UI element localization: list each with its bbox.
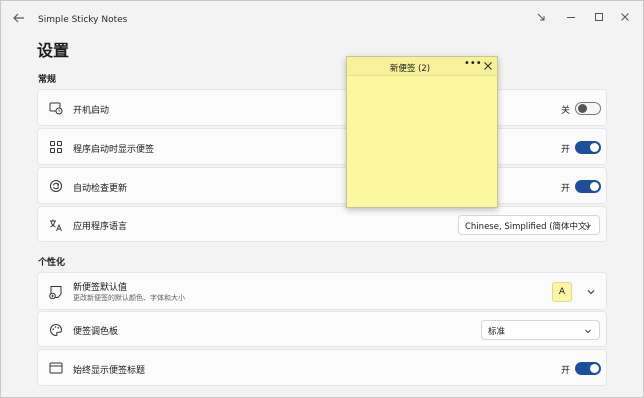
show-notes-toggle[interactable]: [575, 141, 601, 154]
setting-show-notes-label: 程序启动时显示便签: [73, 145, 155, 155]
language-select-value: Chinese, Simplified (简体中文): [465, 222, 590, 232]
back-arrow-icon[interactable]: [11, 10, 27, 26]
setting-auto-update-label: 自动检查更新: [73, 184, 128, 194]
section-general-label: 常规: [38, 75, 57, 85]
sync-icon: [50, 180, 62, 192]
palette-select[interactable]: 标准: [481, 320, 600, 340]
setting-language-label: 应用程序语言: [73, 222, 128, 232]
startup-toggle[interactable]: [575, 102, 601, 115]
title-bar: Simple Sticky Notes: [1, 1, 643, 35]
toggle-knob: [590, 364, 599, 373]
title-bar-icon: [49, 362, 63, 374]
page-title: 设置: [37, 41, 70, 60]
sticky-note-window[interactable]: 新便签 (2) •••: [346, 56, 498, 208]
setting-startup-card: 开机启动 关: [37, 89, 607, 126]
default-color-button[interactable]: A: [552, 282, 572, 302]
app-title: Simple Sticky Notes: [38, 15, 128, 25]
toggle-knob: [578, 104, 587, 113]
auto-update-toggle[interactable]: [575, 180, 601, 193]
palette-select-value: 标准: [488, 327, 506, 337]
setting-palette-card: 便签调色板 标准: [37, 311, 607, 347]
setting-startup-state: 关: [561, 106, 571, 116]
note-add-icon: [49, 286, 62, 299]
sticky-note-title: 新便签 (2): [389, 64, 431, 74]
setting-auto-update-card: 自动检查更新 开: [37, 167, 607, 204]
language-select[interactable]: Chinese, Simplified (简体中文): [458, 215, 600, 235]
minimize-icon[interactable]: [563, 9, 579, 25]
sticky-note-header[interactable]: 新便签 (2) •••: [347, 57, 497, 76]
app-window: Simple Sticky Notes 设置 常规 开机启动 关 程序启动时显示…: [0, 0, 644, 398]
setting-default-note-sublabel: 更改新便签的默认颜色、字体和大小: [73, 294, 185, 302]
toggle-knob: [590, 182, 599, 191]
collapse-icon[interactable]: [533, 9, 549, 25]
palette-icon: [50, 323, 63, 337]
setting-language-card: 应用程序语言 Chinese, Simplified (简体中文): [37, 206, 607, 242]
close-window-icon[interactable]: [617, 9, 633, 25]
maximize-icon[interactable]: [591, 9, 607, 25]
toggle-knob: [590, 143, 599, 152]
setting-always-title-card: 始终显示便签标题 开: [37, 349, 607, 386]
setting-default-note-label: 新便签默认值: [73, 283, 128, 293]
close-icon[interactable]: [483, 61, 493, 71]
setting-always-title-state: 开: [561, 366, 571, 376]
chevron-down-icon[interactable]: [586, 287, 596, 297]
more-options-icon[interactable]: •••: [464, 58, 482, 69]
section-personalization-label: 个性化: [38, 258, 66, 268]
grid-icon: [50, 141, 62, 153]
setting-show-notes-state: 开: [561, 145, 571, 155]
setting-always-title-label: 始终显示便签标题: [73, 366, 146, 376]
startup-icon: [49, 102, 63, 115]
chevron-down-icon: [585, 329, 591, 334]
chevron-down-icon: [585, 224, 591, 229]
setting-auto-update-state: 开: [561, 184, 571, 194]
language-icon: [50, 219, 62, 232]
setting-default-note-card[interactable]: 新便签默认值 更改新便签的默认颜色、字体和大小 A: [37, 272, 607, 310]
setting-startup-label: 开机启动: [73, 106, 110, 116]
always-title-toggle[interactable]: [575, 362, 601, 375]
setting-palette-label: 便签调色板: [73, 327, 119, 337]
setting-show-notes-card: 程序启动时显示便签 开: [37, 128, 607, 165]
